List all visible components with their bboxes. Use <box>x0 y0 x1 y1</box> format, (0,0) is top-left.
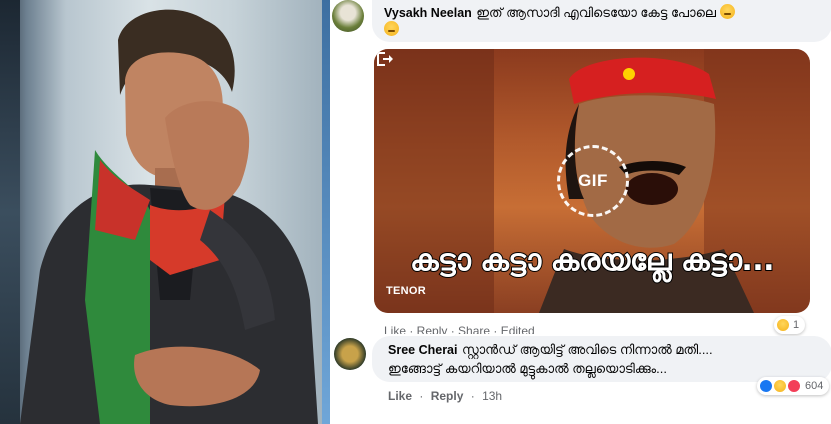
separator: · <box>419 389 424 403</box>
photo-illustration <box>20 9 318 424</box>
open-external-icon[interactable] <box>374 49 394 69</box>
photo-edge-right <box>322 0 330 424</box>
comment-actions: Like · Reply · 13h <box>388 389 502 403</box>
avatar[interactable] <box>332 0 364 32</box>
reaction-count: 1 <box>793 319 800 331</box>
thinking-face-icon <box>720 4 736 19</box>
comment-author[interactable]: Vysakh Neelan <box>384 6 472 20</box>
comments-panel: Vysakh Neelan ഇത് ആസാദി എവിടെയോ കേട്ട പോ… <box>330 0 831 424</box>
comment-timestamp[interactable]: 13h <box>482 389 502 403</box>
comment-line: Sree Cherai സ്റ്റാൻഡ് ആയിട്ട് അവിടെ നിന്… <box>388 341 713 359</box>
comment-line-2 <box>384 21 399 39</box>
comment-author[interactable]: Sree Cherai <box>388 343 457 357</box>
post-photo[interactable] <box>0 0 330 424</box>
comment-text: ഇത് ആസാദി എവിടെയോ കേട്ട പോലെ <box>476 5 717 20</box>
gif-attachment[interactable]: GIF കട്ടാ കട്ടാ കരയല്ലേ കട്ടാ... TENOR <box>374 49 810 313</box>
avatar[interactable] <box>334 338 366 370</box>
haha-reaction-icon <box>773 379 787 393</box>
reaction-summary[interactable]: 604 <box>757 377 830 395</box>
comment-text-line-2: ഇങ്ങോട്ട് കയറിയാൽ മുട്ടുകാൽ തല്ലയൊടിക്കു… <box>388 361 667 376</box>
like-reaction-icon <box>759 379 773 393</box>
rolling-eyes-face-icon <box>384 21 399 36</box>
gif-caption: കട്ടാ കട്ടാ കരയല്ലേ കട്ടാ... <box>409 242 776 279</box>
haha-reaction-icon <box>776 318 790 332</box>
tenor-label: TENOR <box>386 285 426 297</box>
separator: · <box>470 389 475 403</box>
love-reaction-icon <box>787 379 801 393</box>
like-button[interactable]: Like <box>388 389 412 403</box>
comment-line: Vysakh Neelan ഇത് ആസാദി എവിടെയോ കേട്ട പോ… <box>384 4 736 22</box>
comment-text: സ്റ്റാൻഡ് ആയിട്ട് അവിടെ നിന്നാൽ മതി.... <box>461 342 713 357</box>
reaction-count: 604 <box>805 380 824 392</box>
comment-meta-truncated: Like · Reply · Share · Edited <box>384 324 535 334</box>
reaction-summary[interactable]: 1 <box>774 316 806 334</box>
reply-button[interactable]: Reply <box>431 389 464 403</box>
gif-badge[interactable]: GIF <box>557 145 629 217</box>
